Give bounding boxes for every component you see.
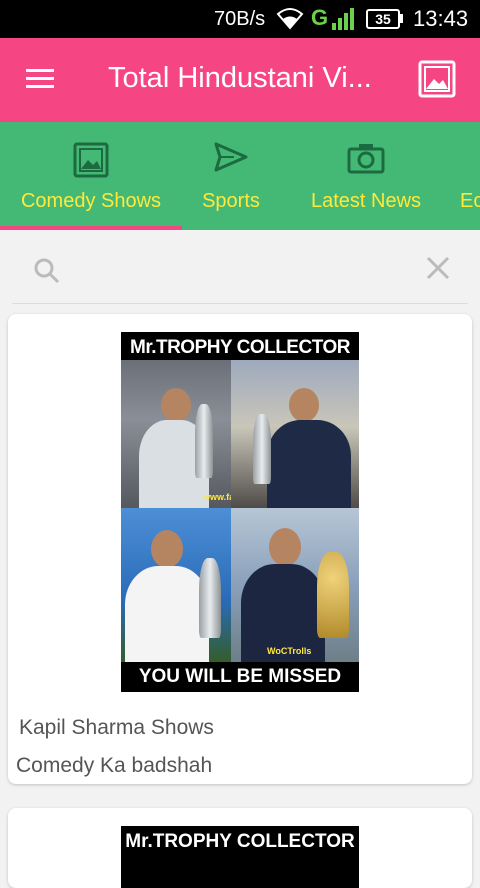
image-icon [73,142,109,178]
photo-panel: WoCTrolls [231,508,359,662]
tab-label: Sports [202,190,260,212]
clock: 13:43 [413,6,469,31]
tab-label: Comedy Shows [20,190,162,212]
post-image[interactable]: Mr.TROPHY COLLECTOR [121,826,359,888]
tab-label: Latest News [310,190,422,212]
post-card[interactable]: Mr.TROPHY COLLECTOR [8,808,472,888]
photo-panel [121,508,231,662]
watermark: www.facebook.com/WoCTrolls [203,492,231,502]
tab-partial[interactable]: Ec [452,122,480,230]
photo-panel [231,360,359,508]
signal-icon [332,8,354,30]
network-type: G [311,5,329,30]
app-bar: Total Hindustani Vi... [0,38,480,122]
image-icon[interactable] [418,60,456,98]
image-bottom-text: YOU WILL BE MISSED [138,666,342,687]
search-input[interactable] [76,250,416,290]
search-icon[interactable] [34,258,60,284]
tab-comedy-shows[interactable]: Comedy Shows [0,122,182,230]
camera-icon [347,144,385,174]
battery-level: 35 [366,9,400,29]
hamburger-menu-icon[interactable] [20,64,60,96]
post-card[interactable]: Mr.TROPHY COLLECTOR www.facebook.com/WoC… [8,314,472,784]
tab-latest-news[interactable]: Latest News [296,122,436,230]
app-title: Total Hindustani Vi... [108,62,372,94]
tab-label: Ec [460,190,480,212]
net-speed: 70B/s [214,8,266,30]
wifi-icon [276,8,304,30]
category-tabs: Comedy Shows Sports Latest News Ec [0,122,480,230]
photo-panel: www.facebook.com/WoCTrolls [121,360,231,508]
tab-indicator [0,226,182,230]
post-image[interactable]: Mr.TROPHY COLLECTOR www.facebook.com/WoC… [121,332,359,692]
search-bar [12,236,468,304]
post-subtitle: Comedy Ka badshah [16,754,213,777]
watermark-short: WoCTrolls [267,646,312,656]
battery-icon [400,14,403,23]
image-top-text: Mr.TROPHY COLLECTOR [125,831,355,852]
image-top-text: Mr.TROPHY COLLECTOR [130,337,350,358]
tab-sports[interactable]: Sports [182,122,280,230]
status-bar: 70B/s G 35 13:43 [0,0,480,38]
close-icon[interactable] [426,256,450,280]
post-title: Kapil Sharma Shows [19,716,214,739]
send-icon [214,142,248,172]
